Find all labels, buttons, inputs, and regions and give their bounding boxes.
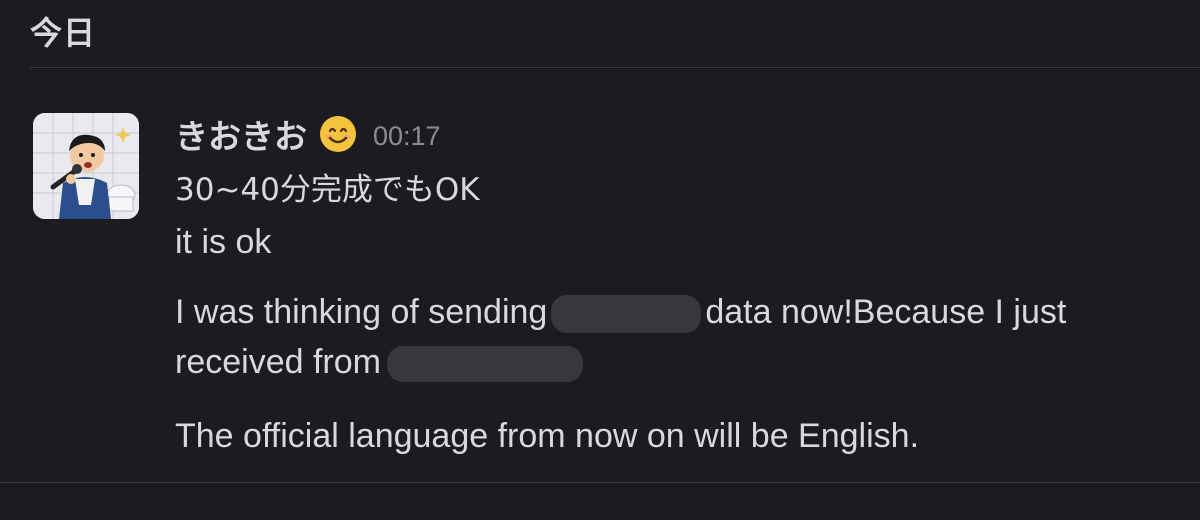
divider [30,67,1200,68]
smiling-face-emoji-icon[interactable] [319,115,357,153]
message-timestamp[interactable]: 00:17 [373,121,441,152]
message-text: received from [175,343,381,381]
message-line: The official language from now on will b… [175,417,920,455]
day-header: 今日 [30,14,97,52]
sender-name[interactable]: きおきお [175,110,307,158]
message-line: received from [175,340,583,384]
redaction-bar [386,346,583,383]
message-text: data now!Because I just [705,293,1067,331]
message-line: I was thinking of sending data now!Becaus… [175,290,1066,334]
message-text: I was thinking of sending [175,293,548,331]
avatar[interactable] [33,113,139,219]
message-header: きおきお 00:17 [175,112,441,156]
avatar-image [33,113,139,219]
message-line: 30~40分完成でもOK [175,172,480,208]
divider [0,482,1200,483]
message-line: it is ok [175,223,272,261]
redaction-bar [551,295,702,334]
